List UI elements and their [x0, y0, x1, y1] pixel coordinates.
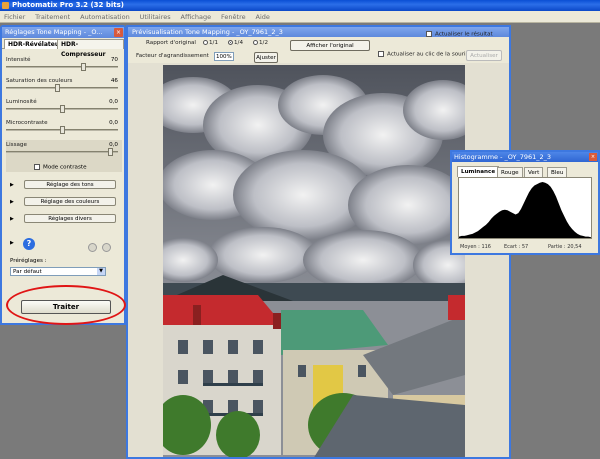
slider-label: Intensité — [6, 57, 31, 63]
slider-thumb[interactable] — [59, 126, 65, 134]
slider-label: Luminosité — [6, 99, 37, 105]
tab-luminance[interactable]: Luminance — [457, 166, 500, 177]
checkbox-box[interactable] — [34, 164, 40, 170]
tab-rouge[interactable]: Rouge — [497, 167, 523, 177]
menu-fenetre[interactable]: Fenêtre — [217, 11, 250, 23]
radio-icon[interactable] — [253, 40, 258, 45]
collapse-arrow-icon[interactable]: ▶ — [10, 240, 14, 246]
ratio-option: 1/2 — [259, 40, 269, 46]
hist-mean: Moyen : 116 — [460, 244, 491, 250]
slider-thumb[interactable] — [80, 63, 86, 71]
mode-contraste-label: Mode contraste — [43, 164, 87, 171]
ratio-1-1[interactable]: 1/1 — [203, 40, 218, 46]
tab-hdr-compresseur[interactable]: HDR-Compresseur — [57, 39, 124, 58]
preview-image — [163, 65, 465, 457]
menu-automatisation[interactable]: Automatisation — [76, 11, 134, 23]
preview-controls: Rapport d'original 1/1 1/4 1/2 Afficher … — [128, 31, 509, 63]
radio-icon[interactable] — [203, 40, 208, 45]
hdr-photo — [163, 65, 465, 457]
refresh-button[interactable]: Actualiser — [466, 50, 502, 61]
expand-arrow-icon[interactable]: ▶ — [10, 199, 14, 205]
close-icon[interactable]: × — [114, 28, 123, 37]
reglages-divers-button[interactable]: Réglages divers — [24, 214, 116, 223]
slider-value: 0,0 — [109, 99, 118, 105]
app-title: Photomatix Pro 3.2 (32 bits) — [12, 1, 124, 9]
menu-traitement[interactable]: Traitement — [31, 11, 74, 23]
ratio-label: Rapport d'original — [146, 40, 196, 46]
slider-value: 46 — [110, 78, 118, 84]
zoom-label: Facteur d'agrandissement — [136, 53, 209, 59]
help-icon[interactable]: ? — [23, 238, 35, 250]
refresh-on-click-label: Actualiser au clic de la souris — [387, 51, 469, 58]
menu-fichier[interactable]: Fichier — [0, 11, 29, 23]
mode-contraste-checkbox[interactable]: Mode contraste — [34, 164, 87, 171]
adjust-button[interactable]: Ajuster — [254, 52, 278, 63]
highlight-ellipse — [6, 285, 126, 325]
tone-mapping-panel-title: Réglages Tone Mapping - _O... × — [2, 27, 124, 38]
histogram-title-text: Histogramme - _OY_7961_2_3 — [454, 153, 552, 161]
hist-deviation: Ecart : 57 — [504, 244, 529, 250]
tab-vert[interactable]: Vert — [524, 167, 544, 177]
slider-thumb[interactable] — [55, 84, 61, 92]
ratio-option: 1/4 — [234, 40, 244, 46]
close-icon[interactable]: × — [589, 153, 597, 161]
slider-track[interactable] — [6, 66, 118, 68]
ratio-1-2[interactable]: 1/2 — [253, 40, 268, 46]
slider-label: Microcontraste — [6, 120, 48, 126]
chevron-down-icon[interactable]: ▼ — [97, 268, 105, 275]
slider-value: 70 — [110, 57, 118, 63]
presets-select[interactable]: Par défaut ▼ — [10, 267, 106, 276]
tab-bleu[interactable]: Bleu — [547, 167, 568, 177]
tone-panel-title-text: Réglages Tone Mapping - _O... — [5, 28, 103, 36]
presets-value: Par défaut — [13, 269, 42, 275]
slider-label: Lissage — [6, 142, 27, 148]
slider-track[interactable] — [6, 87, 118, 89]
menu-utilitaires[interactable]: Utilitaires — [136, 11, 175, 23]
menu-bar: Fichier Traitement Automatisation Utilit… — [0, 11, 600, 23]
checkbox-box[interactable] — [426, 31, 432, 37]
expand-arrow-icon[interactable]: ▶ — [10, 182, 14, 188]
menu-affichage[interactable]: Affichage — [177, 11, 216, 23]
tone-mapping-panel: Réglages Tone Mapping - _O... × HDR-Révé… — [0, 25, 126, 325]
redo-icon[interactable] — [102, 243, 111, 252]
slider-label: Saturation des couleurs — [6, 78, 73, 84]
preview-canvas — [128, 63, 509, 457]
menu-aide[interactable]: Aide — [252, 11, 274, 23]
slider-thumb[interactable] — [59, 105, 65, 113]
app-title-bar: Photomatix Pro 3.2 (32 bits) — [0, 0, 600, 11]
hist-part: Partie : 20,54 — [548, 244, 582, 250]
slider-value: 0,0 — [109, 120, 118, 126]
update-result-checkbox[interactable]: Actualiser le résultat — [426, 31, 493, 38]
zoom-input[interactable]: 100% — [214, 52, 234, 61]
update-result-label: Actualiser le résultat — [435, 31, 493, 38]
slider-track[interactable] — [6, 151, 118, 153]
show-original-button[interactable]: Afficher l'original — [290, 40, 370, 51]
reglage-des-couleurs-button[interactable]: Réglage des couleurs — [24, 197, 116, 206]
expand-arrow-icon[interactable]: ▶ — [10, 216, 14, 222]
refresh-on-click-checkbox[interactable]: Actualiser au clic de la souris — [378, 51, 468, 58]
slider-thumb[interactable] — [107, 148, 113, 156]
histogram-title: Histogramme - _OY_7961_2_3 × — [452, 152, 598, 162]
checkbox-box[interactable] — [378, 51, 384, 57]
radio-icon[interactable] — [228, 40, 233, 45]
ratio-1-4[interactable]: 1/4 — [228, 40, 243, 46]
reglage-des-tons-button[interactable]: Réglage des tons — [24, 180, 116, 189]
undo-icon[interactable] — [88, 243, 97, 252]
histogram-window: Histogramme - _OY_7961_2_3 × Luminance R… — [450, 150, 600, 255]
histogram-area — [459, 182, 591, 238]
histogram-plot — [458, 177, 592, 239]
photomatix-app-icon — [2, 2, 9, 9]
tone-mode-tabs: HDR-Révélateur HDR-Compresseur — [2, 38, 124, 58]
ratio-option: 1/1 — [209, 40, 219, 46]
presets-label: Préréglages : — [10, 258, 47, 264]
histogram-graph — [459, 182, 591, 238]
